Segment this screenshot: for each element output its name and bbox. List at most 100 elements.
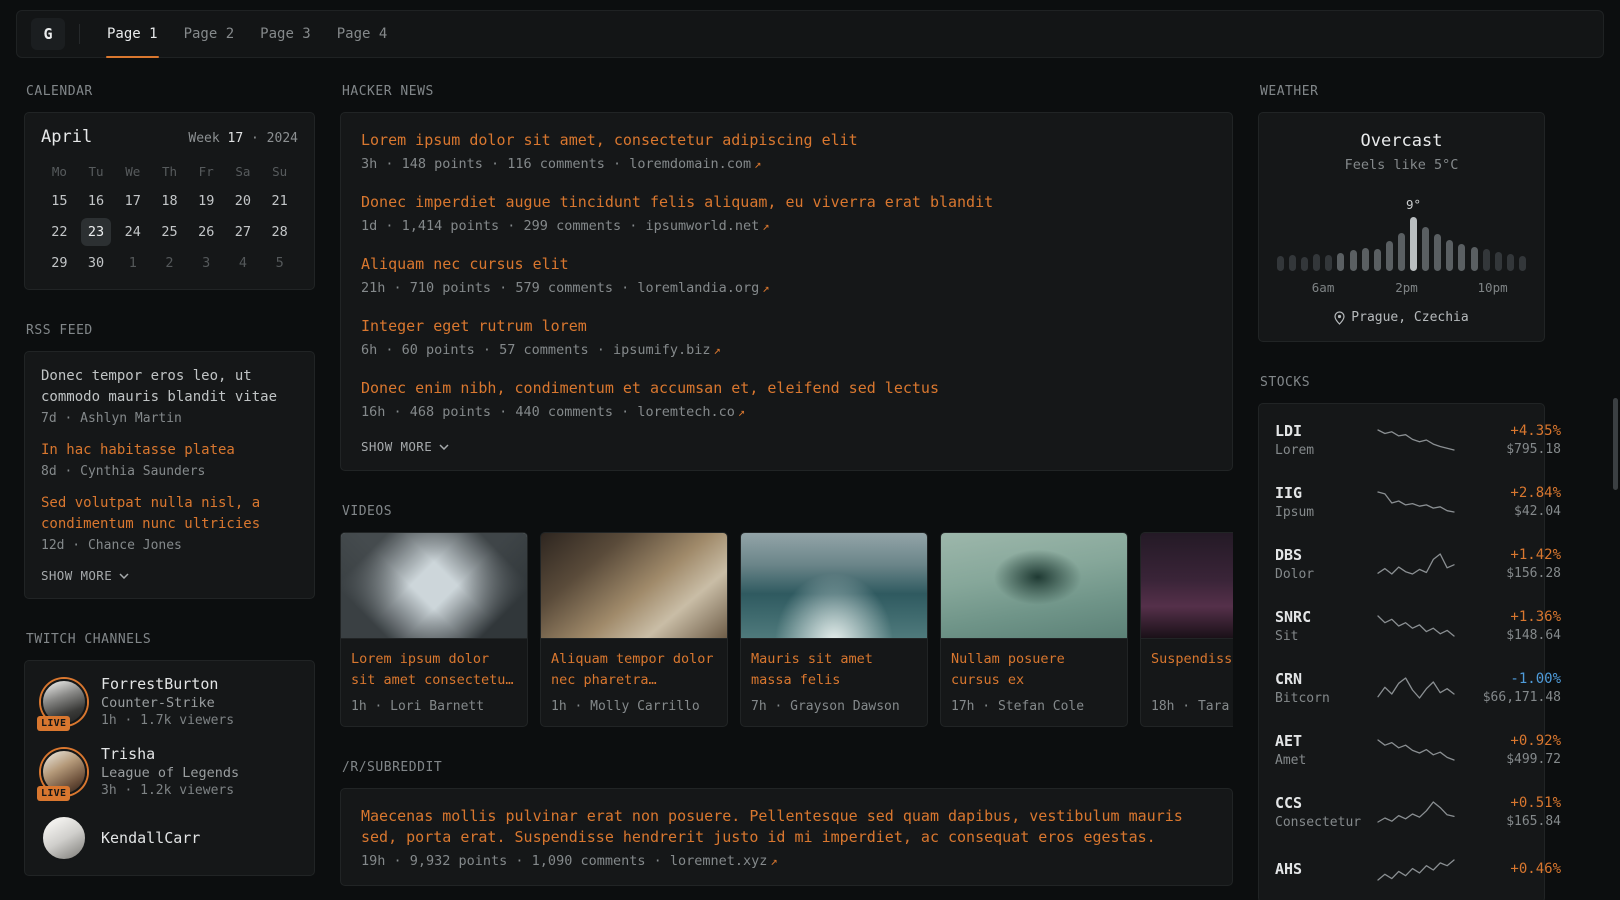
hn-item-title[interactable]: Integer eget rutrum lorem xyxy=(361,316,1212,337)
stock-sparkline xyxy=(1377,736,1455,764)
video-meta: 17h · Stefan Cole xyxy=(951,699,1117,714)
video-card[interactable]: Nullam posuere cursus ex 17h · Stefan Co… xyxy=(940,532,1128,727)
dashboard-grid: CALENDAR April Week 17 · 2024 Mo Tu We T… xyxy=(0,58,1620,900)
weather-bar xyxy=(1507,254,1514,271)
channel-game: League of Legends xyxy=(101,765,239,781)
reddit-domain-link[interactable]: loremnet.xyz xyxy=(670,853,768,869)
app-logo: G xyxy=(31,18,65,50)
video-card[interactable]: Lorem ipsum dolor sit amet consectetu… 1… xyxy=(340,532,528,727)
rss-item-title[interactable]: In hac habitasse platea xyxy=(41,440,298,461)
hn-item-meta: 1d · 1,414 points · 299 comments · ipsum… xyxy=(361,218,1212,234)
calendar-day: 29 xyxy=(44,249,74,277)
stock-row[interactable]: CRN Bitcorn -1.00% $66,171.48 xyxy=(1275,657,1528,719)
weather-time-labels: 6am 2pm 10pm xyxy=(1275,280,1528,296)
video-card[interactable]: Suspendisse diam 18h · Tara xyxy=(1140,532,1233,727)
stock-ticker: IIG xyxy=(1275,484,1369,502)
hn-item-title[interactable]: Donec imperdiet augue tincidunt felis al… xyxy=(361,192,1212,213)
weekday-label: Fr xyxy=(199,164,214,179)
calendar-widget: April Week 17 · 2024 Mo Tu We Th Fr Sa S… xyxy=(24,112,315,290)
stock-price: $165.84 xyxy=(1463,814,1561,829)
hn-meta-text: 6h · 60 points · 57 comments · xyxy=(361,342,605,358)
stock-row[interactable]: DBS Dolor +1.42% $156.28 xyxy=(1275,533,1528,595)
rss-show-more-button[interactable]: SHOW MORE xyxy=(41,568,129,583)
calendar-day-next-month: 2 xyxy=(154,249,184,277)
calendar-month: April xyxy=(41,127,92,147)
hn-domain-link[interactable]: ipsumify.biz xyxy=(613,342,711,358)
twitch-channel[interactable]: KendallCarr xyxy=(41,815,298,861)
stock-row[interactable]: AET Amet +0.92% $499.72 xyxy=(1275,719,1528,781)
twitch-channel[interactable]: LIVE ForrestBurton Counter-Strike 1h · 1… xyxy=(41,675,298,728)
hn-item-title[interactable]: Aliquam nec cursus elit xyxy=(361,254,1212,275)
video-card[interactable]: Mauris sit amet massa felis 7h · Grayson… xyxy=(740,532,928,727)
stock-values: +0.51% $165.84 xyxy=(1463,795,1561,829)
stock-row[interactable]: LDI Lorem +4.35% $795.18 xyxy=(1275,409,1528,471)
hn-item-title[interactable]: Donec enim nibh, condimentum et accumsan… xyxy=(361,378,1212,399)
reddit-widget: Maecenas mollis pulvinar erat non posuer… xyxy=(340,788,1233,886)
time-label: 6am xyxy=(1312,280,1335,295)
reddit-post-title[interactable]: Maecenas mollis pulvinar erat non posuer… xyxy=(361,806,1212,848)
weather-peak-label: 9° xyxy=(1406,197,1421,212)
stock-ticker: LDI xyxy=(1275,422,1369,440)
stock-row[interactable]: IIG Ipsum +2.84% $42.04 xyxy=(1275,471,1528,533)
stock-change: +0.92% xyxy=(1463,733,1561,749)
rss-item-title[interactable]: Sed volutpat nulla nisl, a condimentum n… xyxy=(41,493,298,535)
calendar-day: 16 xyxy=(81,187,111,215)
hn-domain-link[interactable]: ipsumworld.net xyxy=(645,218,759,234)
tab-page-4[interactable]: Page 4 xyxy=(324,11,401,57)
hn-domain-link[interactable]: loremtech.co xyxy=(637,404,735,420)
calendar-day-next-month: 3 xyxy=(191,249,221,277)
tab-page-3[interactable]: Page 3 xyxy=(247,11,324,57)
hn-item: Donec enim nibh, condimentum et accumsan… xyxy=(361,378,1212,420)
time-label: 2pm xyxy=(1395,280,1418,295)
stock-row[interactable]: AHS +0.46% xyxy=(1275,843,1528,897)
weather-bar xyxy=(1362,248,1369,271)
stock-id: LDI Lorem xyxy=(1275,422,1369,458)
chevron-down-icon xyxy=(119,573,129,579)
stock-values: -1.00% $66,171.48 xyxy=(1463,671,1561,705)
hn-item-title[interactable]: Lorem ipsum dolor sit amet, consectetur … xyxy=(361,130,1212,151)
rss-item: In hac habitasse platea 8d · Cynthia Sau… xyxy=(41,440,298,479)
rss-item: Sed volutpat nulla nisl, a condimentum n… xyxy=(41,493,298,553)
scrollbar-thumb[interactable] xyxy=(1613,398,1618,490)
tab-page-1[interactable]: Page 1 xyxy=(94,11,171,57)
video-body: Suspendisse diam 18h · Tara xyxy=(1141,639,1233,726)
weather-condition: Overcast xyxy=(1275,131,1528,151)
hn-domain-link[interactable]: loremdomain.com xyxy=(629,156,751,172)
video-title: Lorem ipsum dolor sit amet consectetu… xyxy=(351,649,517,691)
calendar-day: 20 xyxy=(228,187,258,215)
tab-page-2[interactable]: Page 2 xyxy=(171,11,248,57)
hn-meta-text: 3h · 148 points · 116 comments · xyxy=(361,156,621,172)
reddit-post: Maecenas mollis pulvinar erat non posuer… xyxy=(361,806,1212,869)
stock-row[interactable]: CCS Consectetur +0.51% $165.84 xyxy=(1275,781,1528,843)
video-meta: 18h · Tara xyxy=(1151,699,1233,714)
hn-item: Donec imperdiet augue tincidunt felis al… xyxy=(361,192,1212,234)
rss-item-title[interactable]: Donec tempor eros leo, ut commodo mauris… xyxy=(41,366,298,408)
rss-show-more-label: SHOW MORE xyxy=(41,568,112,583)
external-link-icon: ↗ xyxy=(738,405,745,419)
stock-ticker: SNRC xyxy=(1275,608,1369,626)
weather-bar xyxy=(1277,256,1284,271)
weather-bar xyxy=(1422,227,1429,271)
rss-item-meta: 12d · Chance Jones xyxy=(41,538,298,553)
video-thumbnail xyxy=(341,533,527,639)
channel-info: KendallCarr xyxy=(101,829,200,847)
stock-values: +0.46% xyxy=(1463,861,1561,880)
hn-show-more-button[interactable]: SHOW MORE xyxy=(361,439,449,454)
weather-bar xyxy=(1495,252,1502,271)
hn-item-meta: 16h · 468 points · 440 comments · loremt… xyxy=(361,404,1212,420)
calendar-day: 26 xyxy=(191,218,221,246)
video-body: Nullam posuere cursus ex 17h · Stefan Co… xyxy=(941,639,1127,726)
weekday-label: We xyxy=(125,164,140,179)
video-card[interactable]: Aliquam tempor dolor nec pharetra… 1h · … xyxy=(540,532,728,727)
weather-bar xyxy=(1471,247,1478,271)
live-badge: LIVE xyxy=(37,786,70,801)
stock-name: Bitcorn xyxy=(1275,691,1369,706)
calendar-day: 18 xyxy=(154,187,184,215)
hn-domain-link[interactable]: loremlandia.org xyxy=(637,280,759,296)
stock-row[interactable]: SNRC Sit +1.36% $148.64 xyxy=(1275,595,1528,657)
stock-price: $499.72 xyxy=(1463,752,1561,767)
channel-name: KendallCarr xyxy=(101,829,200,847)
twitch-channel[interactable]: LIVE Trisha League of Legends 3h · 1.2k … xyxy=(41,745,298,798)
stock-name: Lorem xyxy=(1275,443,1369,458)
hn-item-meta: 3h · 148 points · 116 comments · loremdo… xyxy=(361,156,1212,172)
